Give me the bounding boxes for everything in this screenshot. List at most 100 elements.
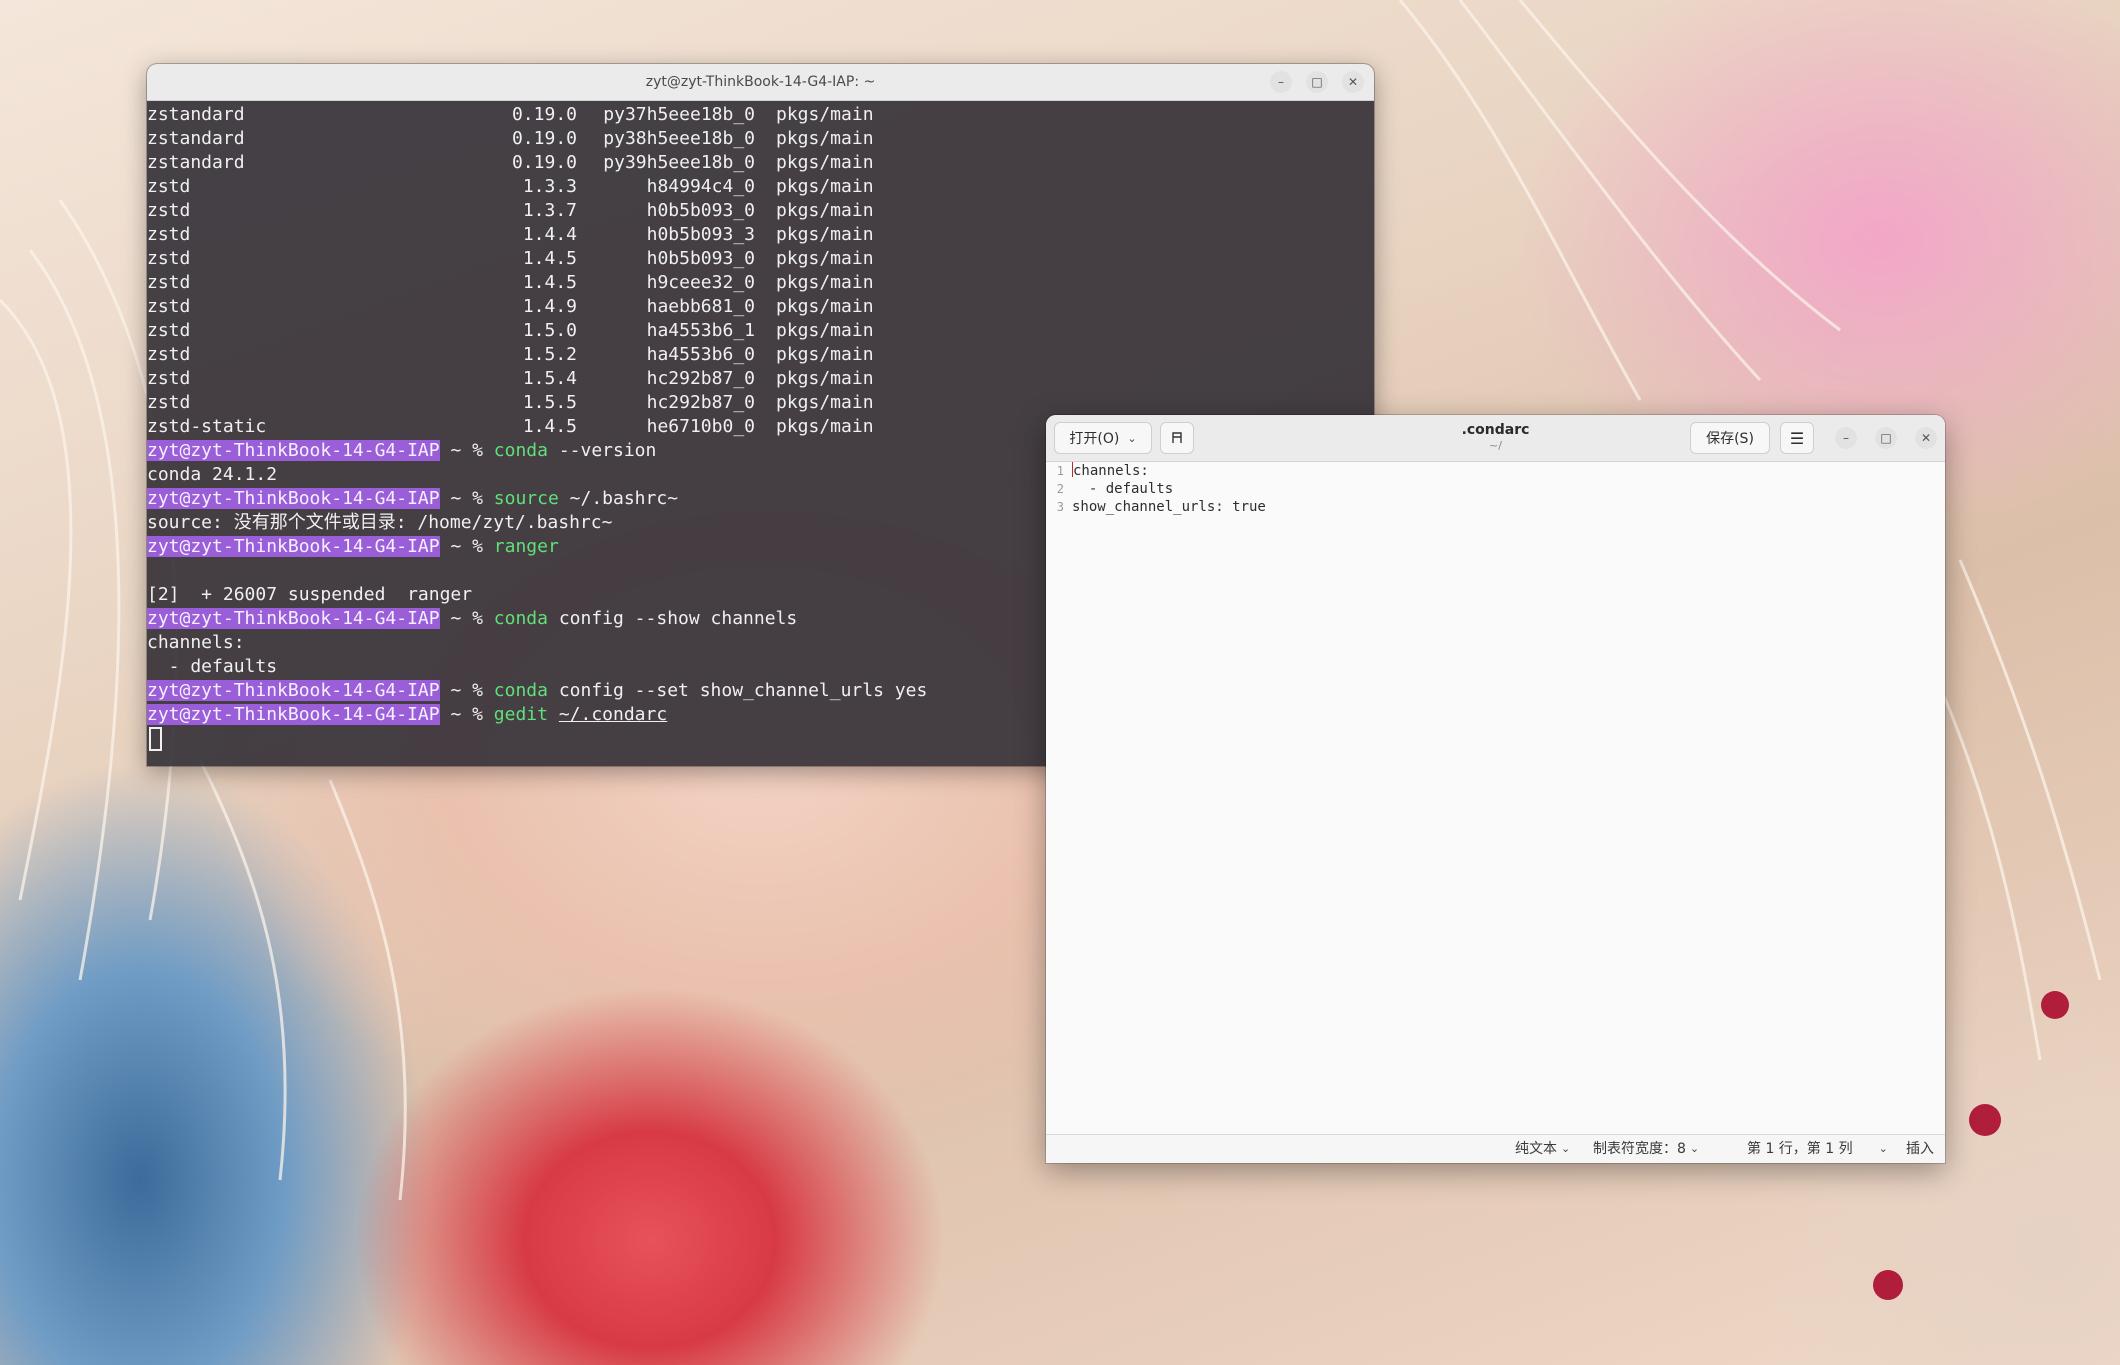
package-row: zstandard 0.19.0 py39h5eee18b_0 pkgs/main	[147, 151, 1374, 175]
prompt-user-host: zyt@zyt-ThinkBook-14-G4-IAP	[147, 488, 440, 509]
maximize-icon[interactable]: □	[1875, 427, 1897, 449]
minimize-icon[interactable]: –	[1270, 71, 1292, 93]
package-name: zstd	[147, 248, 191, 269]
prompt-user-host: zyt@zyt-ThinkBook-14-G4-IAP	[147, 536, 440, 557]
close-icon[interactable]: ✕	[1342, 71, 1364, 93]
package-build: h0b5b093_0	[646, 248, 755, 269]
output-text: channels:	[147, 632, 245, 653]
package-version: 1.4.5	[522, 272, 577, 293]
package-name: zstd	[147, 224, 191, 245]
package-channel: pkgs/main	[776, 152, 874, 173]
tab-width-selector[interactable]: 制表符宽度：8 ⌄	[1593, 1135, 1699, 1163]
code-line[interactable]: channels:	[1072, 462, 1945, 480]
package-name: zstd	[147, 392, 191, 413]
command-args: config --set show_channel_urls yes	[547, 680, 928, 701]
package-row: zstd 1.4.5 h0b5b093_0 pkgs/main	[147, 247, 1374, 271]
gedit-headerbar[interactable]: 打开(O) ⌄ .condarc ~/ 保存(S) ☰ – □ ✕	[1046, 415, 1945, 462]
package-build: h0b5b093_0	[646, 200, 755, 221]
new-tab-button[interactable]	[1160, 422, 1194, 454]
package-version: 1.5.4	[522, 368, 577, 389]
tab-width-label: 制表符宽度：8	[1593, 1141, 1686, 1157]
code-line[interactable]: - defaults	[1072, 480, 1945, 498]
package-build: haebb681_0	[646, 296, 755, 317]
package-channel: pkgs/main	[776, 176, 874, 197]
package-channel: pkgs/main	[776, 416, 874, 437]
status-bar: 纯文本 ⌄ 制表符宽度：8 ⌄ 第 1 行，第 1 列 ⌄ 插入	[1046, 1134, 1945, 1163]
package-version: 1.5.2	[522, 344, 577, 365]
line-number: 1	[1056, 464, 1064, 478]
package-name: zstandard	[147, 128, 245, 149]
cursor-position-label: 第 1 行，第 1 列	[1747, 1141, 1853, 1157]
package-version: 0.19.0	[511, 152, 577, 173]
line-number-gutter: 1 2 3	[1046, 462, 1068, 1135]
terminal-titlebar[interactable]: zyt@zyt-ThinkBook-14-G4-IAP: ~ – □ ✕	[147, 64, 1374, 101]
package-build: hc292b87_0	[646, 392, 755, 413]
package-version: 1.4.4	[522, 224, 577, 245]
chevron-down-icon: ⌄	[1127, 431, 1137, 445]
line-number: 3	[1056, 500, 1064, 514]
package-row: zstd 1.5.0 ha4553b6_1 pkgs/main	[147, 319, 1374, 343]
package-channel: pkgs/main	[776, 200, 874, 221]
code-text: show_channel_urls: true	[1072, 499, 1266, 515]
package-build: hc292b87_0	[646, 368, 755, 389]
text-editor[interactable]: 1 2 3 channels: - defaults show_channel_url…	[1046, 462, 1945, 1135]
command-name: ranger	[493, 536, 559, 557]
package-row: zstandard 0.19.0 py37h5eee18b_0 pkgs/main	[147, 103, 1374, 127]
package-channel: pkgs/main	[776, 224, 874, 245]
package-row: zstd 1.4.9 haebb681_0 pkgs/main	[147, 295, 1374, 319]
package-build: py37h5eee18b_0	[603, 104, 755, 125]
package-row: zstd 1.5.2 ha4553b6_0 pkgs/main	[147, 343, 1374, 367]
package-version: 0.19.0	[511, 128, 577, 149]
prompt-symbol: ~ %	[439, 680, 494, 701]
insert-mode-indicator[interactable]: 插入	[1906, 1135, 1934, 1163]
package-channel: pkgs/main	[776, 104, 874, 125]
package-name: zstd	[147, 344, 191, 365]
package-build: h9ceee32_0	[646, 272, 755, 293]
code-area[interactable]: channels: - defaults show_channel_urls: t…	[1072, 462, 1945, 516]
command-name: conda	[493, 440, 548, 461]
package-name: zstd	[147, 368, 191, 389]
package-name: zstd	[147, 272, 191, 293]
prompt-user-host: zyt@zyt-ThinkBook-14-G4-IAP	[147, 608, 440, 629]
save-button-label: 保存(S)	[1706, 431, 1754, 447]
save-button[interactable]: 保存(S)	[1690, 422, 1770, 454]
code-text: - defaults	[1072, 481, 1174, 497]
menu-icon[interactable]: ☰	[1780, 422, 1814, 454]
command-name: gedit	[493, 704, 548, 725]
command-args: ~/.bashrc~	[558, 488, 679, 509]
package-channel: pkgs/main	[776, 368, 874, 389]
package-name: zstd-static	[147, 416, 267, 437]
open-button[interactable]: 打开(O) ⌄	[1054, 422, 1152, 454]
package-channel: pkgs/main	[776, 128, 874, 149]
package-build: ha4553b6_1	[646, 320, 755, 341]
cursor-position-selector[interactable]: 第 1 行，第 1 列 ⌄	[1747, 1135, 1888, 1163]
maximize-icon[interactable]: □	[1306, 71, 1328, 93]
command-args: --version	[547, 440, 657, 461]
command-args: config --show channels	[547, 608, 798, 629]
language-label: 纯文本	[1515, 1141, 1557, 1157]
chevron-down-icon: ⌄	[1561, 1142, 1571, 1155]
line-number: 2	[1056, 482, 1064, 496]
close-icon[interactable]: ✕	[1915, 427, 1937, 449]
package-version: 0.19.0	[511, 104, 577, 125]
code-line[interactable]: show_channel_urls: true	[1072, 498, 1945, 516]
command-args	[548, 704, 559, 725]
package-channel: pkgs/main	[776, 272, 874, 293]
package-version: 1.4.5	[522, 416, 577, 437]
command-path-link[interactable]: ~/.condarc	[559, 704, 667, 725]
command-name: conda	[493, 608, 548, 629]
package-row: zstd 1.3.7 h0b5b093_0 pkgs/main	[147, 199, 1374, 223]
package-version: 1.5.5	[522, 392, 577, 413]
package-channel: pkgs/main	[776, 296, 874, 317]
language-selector[interactable]: 纯文本 ⌄	[1515, 1135, 1570, 1163]
prompt-symbol: ~ %	[439, 488, 494, 509]
terminal-cursor	[149, 727, 162, 751]
chevron-down-icon: ⌄	[1689, 1142, 1700, 1155]
insert-mode-label: 插入	[1906, 1141, 1934, 1157]
package-name: zstd	[147, 176, 191, 197]
terminal-window-controls: – □ ✕	[1270, 64, 1364, 100]
minimize-icon[interactable]: –	[1835, 427, 1857, 449]
package-name: zstd	[147, 296, 191, 317]
output-text: conda 24.1.2	[147, 464, 278, 485]
gedit-window[interactable]: 打开(O) ⌄ .condarc ~/ 保存(S) ☰ – □ ✕ 1 2 3 ch…	[1046, 415, 1945, 1163]
